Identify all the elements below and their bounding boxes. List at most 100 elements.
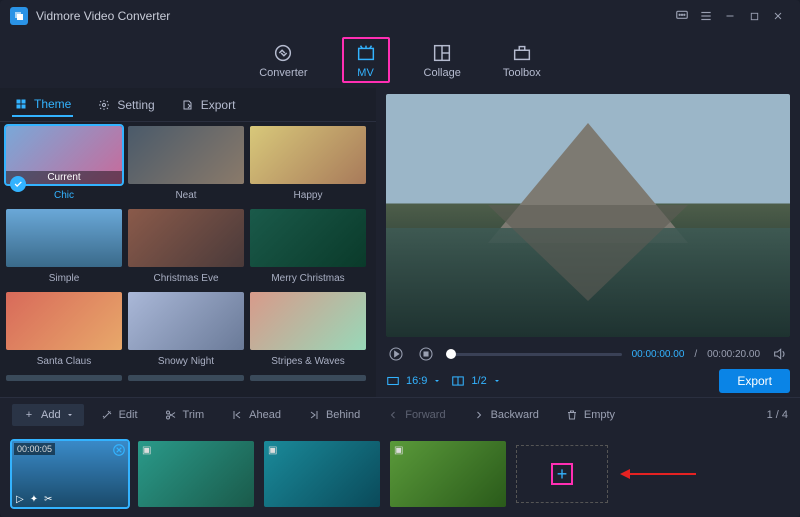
theme-label: Merry Christmas xyxy=(271,273,344,284)
export-button[interactable]: Export xyxy=(719,369,790,393)
split-value: 1/2 xyxy=(471,375,486,387)
image-icon: ▣ xyxy=(394,445,403,456)
theme-item-christmas-eve[interactable]: Christmas Eve xyxy=(128,209,244,284)
timeline-clip[interactable]: 00:00:05 ▷ ✦ ✂ xyxy=(12,441,128,507)
split-dropdown[interactable]: 1/2 xyxy=(451,374,500,388)
plus-icon: + xyxy=(551,463,573,485)
titlebar: Vidmore Video Converter xyxy=(0,0,800,32)
clip-wand-icon[interactable]: ✦ xyxy=(30,494,38,505)
time-total: 00:00:20.00 xyxy=(707,349,760,360)
play-button[interactable] xyxy=(386,344,406,364)
ahead-icon xyxy=(230,408,244,422)
mv-icon xyxy=(354,41,378,65)
tab-collage[interactable]: Collage xyxy=(416,37,469,83)
app-logo xyxy=(10,7,28,25)
tab-label: Converter xyxy=(259,67,307,79)
sub-tabs: Theme Setting Export xyxy=(0,88,376,122)
theme-item-santa-claus[interactable]: Santa Claus xyxy=(6,292,122,367)
timeline-clip[interactable]: ▣ xyxy=(264,441,380,507)
backward-button[interactable]: Backward xyxy=(462,404,549,426)
export-icon xyxy=(181,98,195,112)
chevron-left-icon xyxy=(386,408,400,422)
menu-icon[interactable] xyxy=(694,4,718,28)
preview-controls: 00:00:00.00/00:00:20.00 xyxy=(386,337,790,365)
subtab-label: Setting xyxy=(117,98,154,112)
clip-duration: 00:00:05 xyxy=(14,443,55,455)
time-elapsed: 00:00:00.00 xyxy=(632,349,685,360)
behind-icon xyxy=(307,408,321,422)
gear-icon xyxy=(97,98,111,112)
collage-icon xyxy=(430,41,454,65)
timeline: 00:00:05 ▷ ✦ ✂ ▣ ▣ ▣ + xyxy=(0,431,800,517)
close-button[interactable] xyxy=(766,4,790,28)
image-icon: ▣ xyxy=(268,445,277,456)
theme-label: Simple xyxy=(49,273,80,284)
annotation-arrow xyxy=(618,464,698,484)
theme-label: Santa Claus xyxy=(37,356,91,367)
plus-icon: + xyxy=(22,408,36,422)
forward-button[interactable]: Forward xyxy=(376,404,455,426)
tab-label: Collage xyxy=(424,67,461,79)
ahead-button[interactable]: Ahead xyxy=(220,404,291,426)
toolbox-icon xyxy=(510,41,534,65)
btn-label: Add xyxy=(41,409,61,421)
clip-play-icon[interactable]: ▷ xyxy=(16,494,24,505)
aspect-value: 16:9 xyxy=(406,375,427,387)
edit-button[interactable]: Edit xyxy=(90,404,148,426)
preview-panel xyxy=(386,94,790,337)
stop-button[interactable] xyxy=(416,344,436,364)
add-button[interactable]: + Add xyxy=(12,404,84,426)
theme-item-simple[interactable]: Simple xyxy=(6,209,122,284)
clip-toolbar: + Add Edit Trim Ahead Behind Forward Bac… xyxy=(0,397,800,431)
theme-item-neat[interactable]: Neat xyxy=(128,126,244,201)
aspect-ratio-dropdown[interactable]: 16:9 xyxy=(386,374,441,388)
theme-label: Snowy Night xyxy=(158,356,214,367)
btn-label: Backward xyxy=(491,409,539,421)
page-indicator: 1 / 4 xyxy=(767,409,788,421)
theme-item-chic[interactable]: Current Chic xyxy=(6,126,122,201)
subtab-theme[interactable]: Theme xyxy=(12,93,73,117)
tab-mv[interactable]: MV xyxy=(342,37,390,83)
remove-clip-icon[interactable] xyxy=(112,443,126,457)
btn-label: Behind xyxy=(326,409,360,421)
btn-label: Trim xyxy=(183,409,205,421)
minimize-button[interactable] xyxy=(718,4,742,28)
timeline-clip[interactable]: ▣ xyxy=(138,441,254,507)
main-tabs: Converter MV Collage Toolbox xyxy=(0,32,800,88)
theme-label: Happy xyxy=(294,190,323,201)
tab-toolbox[interactable]: Toolbox xyxy=(495,37,549,83)
timeline-clip[interactable]: ▣ xyxy=(390,441,506,507)
behind-button[interactable]: Behind xyxy=(297,404,370,426)
btn-label: Empty xyxy=(584,409,615,421)
theme-item-snowy-night[interactable]: Snowy Night xyxy=(128,292,244,367)
theme-item-merry-christmas[interactable]: Merry Christmas xyxy=(250,209,366,284)
subtab-label: Theme xyxy=(34,97,71,111)
chevron-right-icon xyxy=(472,408,486,422)
theme-label: Neat xyxy=(175,190,196,201)
volume-icon[interactable] xyxy=(770,344,790,364)
theme-label: Christmas Eve xyxy=(153,273,218,284)
image-icon: ▣ xyxy=(142,445,151,456)
scissors-icon xyxy=(164,408,178,422)
subtab-setting[interactable]: Setting xyxy=(95,94,156,116)
seek-bar[interactable] xyxy=(446,353,622,356)
feedback-icon[interactable] xyxy=(670,4,694,28)
tab-converter[interactable]: Converter xyxy=(251,37,315,83)
check-icon xyxy=(10,176,26,192)
subtab-export[interactable]: Export xyxy=(179,94,238,116)
subtab-label: Export xyxy=(201,98,236,112)
maximize-button[interactable] xyxy=(742,4,766,28)
add-clip-button[interactable]: + xyxy=(516,445,608,503)
converter-icon xyxy=(271,41,295,65)
theme-item-stripes-waves[interactable]: Stripes & Waves xyxy=(250,292,366,367)
theme-item-happy[interactable]: Happy xyxy=(250,126,366,201)
grid-icon xyxy=(14,97,28,111)
trim-button[interactable]: Trim xyxy=(154,404,215,426)
empty-button[interactable]: Empty xyxy=(555,404,625,426)
wand-icon xyxy=(100,408,114,422)
tab-label: MV xyxy=(357,67,374,79)
theme-label: Chic xyxy=(54,190,74,201)
clip-trim-icon[interactable]: ✂ xyxy=(44,494,52,505)
tab-label: Toolbox xyxy=(503,67,541,79)
app-title: Vidmore Video Converter xyxy=(36,9,170,23)
